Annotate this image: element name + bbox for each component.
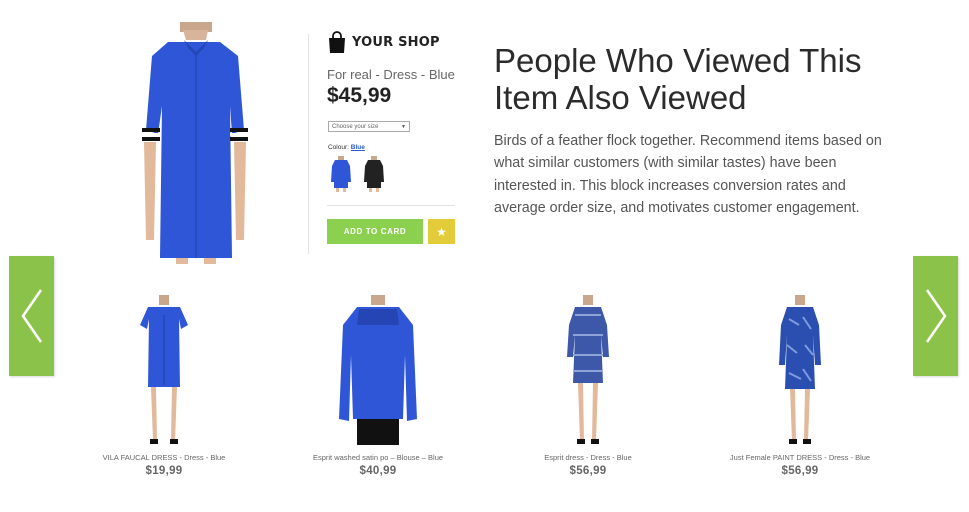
- chevron-down-icon: ▼: [401, 123, 406, 130]
- section-headline: People Who Viewed This Item Also Viewed: [494, 42, 862, 116]
- product-title: For real - Dress - Blue: [327, 67, 455, 82]
- chevron-left-icon: [20, 289, 42, 343]
- item-caption: VILA FAUCAL DRESS - Dress - Blue: [102, 453, 226, 462]
- colour-row: Colour: Blue: [328, 144, 365, 151]
- shop-logo: YOUR SHOP: [328, 31, 440, 53]
- colour-swatch-black[interactable]: [363, 156, 385, 192]
- item-price: $56,99: [781, 465, 819, 477]
- item-price: $40,99: [359, 465, 397, 477]
- favorite-button[interactable]: ★: [428, 219, 455, 244]
- product-main-image: [142, 22, 248, 264]
- shopping-bag-icon: [329, 31, 345, 53]
- carousel-item[interactable]: VILA FAUCAL DRESS - Dress - Blue $19,99: [69, 295, 259, 477]
- vertical-divider: [308, 34, 309, 254]
- item-caption: Esprit washed satin po – Blouse – Blue: [312, 453, 444, 462]
- carousel-item[interactable]: Esprit washed satin po – Blouse – Blue $…: [283, 295, 473, 477]
- size-select-value: Choose your size: [332, 123, 379, 130]
- colour-swatch-blue[interactable]: [330, 156, 352, 192]
- carousel-item[interactable]: Just Female PAINT DRESS - Dress - Blue $…: [705, 295, 895, 477]
- size-select[interactable]: Choose your size ▼: [328, 121, 410, 132]
- product-thumbnail: [567, 295, 609, 444]
- carousel-prev-button[interactable]: [9, 256, 54, 376]
- section-description: Birds of a feather flock together. Recom…: [494, 133, 882, 216]
- item-caption: Esprit dress - Dress - Blue: [544, 453, 632, 462]
- product-price: $45,99: [327, 84, 392, 107]
- item-caption: Just Female PAINT DRESS - Dress - Blue: [729, 453, 871, 462]
- product-thumbnail: [779, 295, 821, 444]
- add-to-cart-button[interactable]: ADD TO CARD: [327, 219, 423, 244]
- colour-label: Colour:: [328, 144, 349, 151]
- carousel-item[interactable]: Esprit dress - Dress - Blue $56,99: [493, 295, 683, 477]
- chevron-right-icon: [925, 289, 947, 343]
- horizontal-divider: [327, 205, 455, 206]
- item-price: $56,99: [569, 465, 607, 477]
- carousel-next-button[interactable]: [913, 256, 958, 376]
- star-icon: ★: [436, 224, 447, 239]
- product-thumbnail: [339, 295, 417, 445]
- colour-value-link[interactable]: Blue: [351, 144, 365, 151]
- shop-name: YOUR SHOP: [352, 34, 440, 50]
- product-thumbnail: [140, 295, 188, 444]
- item-price: $19,99: [145, 465, 183, 477]
